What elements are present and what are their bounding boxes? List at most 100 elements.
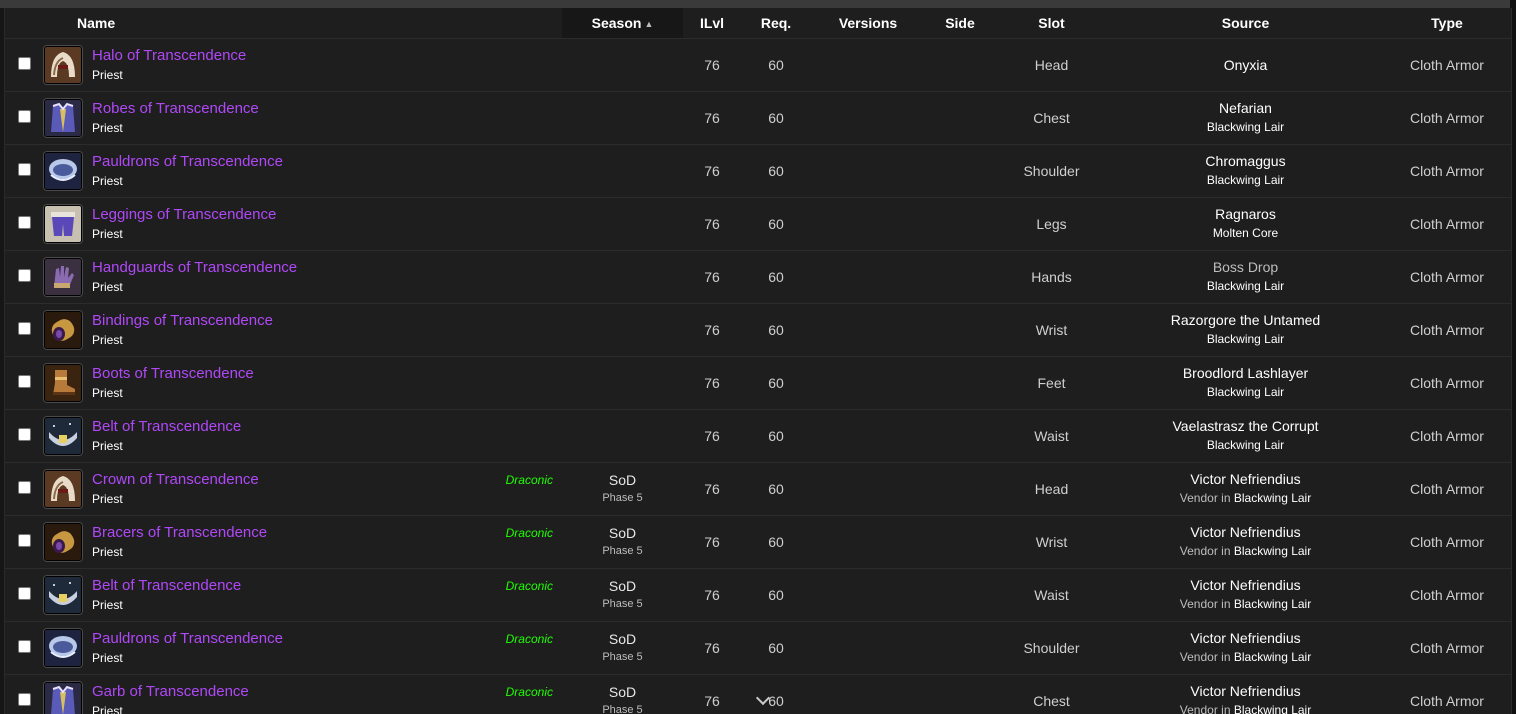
item-name-link[interactable]: Pauldrons of Transcendence [92, 629, 283, 648]
source-zone-link[interactable]: Blackwing Lair [1207, 332, 1284, 346]
item-class-label[interactable]: Priest [92, 67, 246, 84]
item-name-link[interactable]: Crown of Transcendence [92, 470, 259, 489]
bracer-icon[interactable] [44, 311, 82, 349]
shoulder-icon[interactable] [44, 629, 82, 667]
source-zone-link[interactable]: Blackwing Lair [1234, 650, 1311, 664]
source-npc-link[interactable]: Victor Nefriendius [1190, 682, 1300, 701]
source-npc-link[interactable]: Victor Nefriendius [1190, 629, 1300, 648]
row-select-checkbox[interactable] [17, 322, 31, 335]
source-npc-link[interactable]: Victor Nefriendius [1190, 576, 1300, 595]
item-class-label[interactable]: Priest [92, 332, 273, 349]
row-select-checkbox[interactable] [17, 269, 31, 282]
source-npc-link[interactable]: Boss Drop [1213, 258, 1278, 277]
source-zone-link[interactable]: Blackwing Lair [1234, 544, 1311, 558]
item-class-label[interactable]: Priest [92, 703, 249, 714]
table-row[interactable]: Handguards of Transcendence Priest 76 60… [5, 250, 1511, 304]
table-row[interactable]: Pauldrons of Transcendence Priest Dracon… [5, 621, 1511, 675]
bracer-icon[interactable] [44, 523, 82, 561]
row-select-checkbox[interactable] [17, 163, 31, 176]
table-row[interactable]: Halo of Transcendence Priest 76 60 Head … [5, 38, 1511, 92]
table-row[interactable]: Bracers of Transcendence Priest Draconic… [5, 515, 1511, 569]
table-row[interactable]: Robes of Transcendence Priest 76 60 Ches… [5, 91, 1511, 145]
source-npc-link[interactable]: Chromaggus [1205, 152, 1285, 171]
boots-icon[interactable] [44, 364, 82, 402]
row-select-checkbox[interactable] [17, 693, 31, 706]
column-header-name[interactable]: Name [39, 8, 562, 39]
row-select-checkbox[interactable] [17, 428, 31, 441]
row-select-checkbox[interactable] [17, 375, 31, 388]
table-row[interactable]: Boots of Transcendence Priest 76 60 Feet… [5, 356, 1511, 410]
item-name-link[interactable]: Bracers of Transcendence [92, 523, 267, 542]
item-class-label[interactable]: Priest [92, 597, 241, 614]
source-zone-link[interactable]: Blackwing Lair [1207, 120, 1284, 134]
source-zone-link[interactable]: Blackwing Lair [1234, 597, 1311, 611]
item-name-link[interactable]: Handguards of Transcendence [92, 258, 297, 277]
row-select-checkbox[interactable] [17, 216, 31, 229]
item-class-label[interactable]: Priest [92, 279, 297, 296]
table-row[interactable]: Crown of Transcendence Priest Draconic S… [5, 462, 1511, 516]
item-name-link[interactable]: Boots of Transcendence [92, 364, 254, 383]
column-header-source[interactable]: Source [1108, 8, 1383, 39]
source-npc-link[interactable]: Onyxia [1224, 56, 1268, 75]
table-row[interactable]: Bindings of Transcendence Priest 76 60 W… [5, 303, 1511, 357]
source-zone-link[interactable]: Blackwing Lair [1207, 173, 1284, 187]
item-class-label[interactable]: Priest [92, 544, 267, 561]
source-npc-link[interactable]: Victor Nefriendius [1190, 523, 1300, 542]
column-header-side[interactable]: Side [925, 8, 995, 39]
column-header-season[interactable]: Season ▲ [562, 8, 683, 39]
item-class-label[interactable]: Priest [92, 491, 259, 508]
shoulder-icon[interactable] [44, 152, 82, 190]
row-select-checkbox[interactable] [17, 640, 31, 653]
source-npc-link[interactable]: Vaelastrasz the Corrupt [1172, 417, 1318, 436]
column-header-type[interactable]: Type [1383, 8, 1511, 39]
table-row[interactable]: Garb of Transcendence Priest Draconic So… [5, 674, 1511, 714]
source-zone-link[interactable]: Molten Core [1213, 226, 1278, 240]
table-row[interactable]: Leggings of Transcendence Priest 76 60 L… [5, 197, 1511, 251]
row-select-checkbox[interactable] [17, 534, 31, 547]
column-header-ilvl[interactable]: ILvl [683, 8, 741, 39]
item-class-label[interactable]: Priest [92, 120, 259, 137]
source-zone-link[interactable]: Blackwing Lair [1207, 385, 1284, 399]
column-header-req[interactable]: Req. [741, 8, 811, 39]
table-row[interactable]: Belt of Transcendence Priest Draconic So… [5, 568, 1511, 622]
item-class-label[interactable]: Priest [92, 385, 254, 402]
item-name-link[interactable]: Halo of Transcendence [92, 46, 246, 65]
item-name-link[interactable]: Pauldrons of Transcendence [92, 152, 283, 171]
item-name-link[interactable]: Leggings of Transcendence [92, 205, 276, 224]
pants-icon[interactable] [44, 205, 82, 243]
belt-icon[interactable] [44, 417, 82, 455]
item-class-label[interactable]: Priest [92, 226, 276, 243]
source-zone-link[interactable]: Blackwing Lair [1234, 703, 1311, 714]
source-npc-link[interactable]: Nefarian [1219, 99, 1272, 118]
helmet-icon[interactable] [44, 470, 82, 508]
row-select-checkbox[interactable] [17, 481, 31, 494]
item-name-link[interactable]: Bindings of Transcendence [92, 311, 273, 330]
robe-icon[interactable] [44, 99, 82, 137]
robe-icon[interactable] [44, 682, 82, 714]
source-npc-link[interactable]: Broodlord Lashlayer [1183, 364, 1308, 383]
item-name-link[interactable]: Robes of Transcendence [92, 99, 259, 118]
name-cell: Belt of Transcendence Priest Draconic [39, 568, 562, 622]
row-select-checkbox[interactable] [17, 57, 31, 70]
source-zone-link[interactable]: Blackwing Lair [1234, 491, 1311, 505]
source-npc-link[interactable]: Razorgore the Untamed [1171, 311, 1320, 330]
helmet-icon[interactable] [44, 46, 82, 84]
column-header-versions[interactable]: Versions [811, 8, 925, 39]
item-name-link[interactable]: Belt of Transcendence [92, 417, 241, 436]
row-select-checkbox[interactable] [17, 587, 31, 600]
row-select-checkbox[interactable] [17, 110, 31, 123]
item-class-label[interactable]: Priest [92, 650, 283, 667]
belt-icon[interactable] [44, 576, 82, 614]
table-row[interactable]: Belt of Transcendence Priest 76 60 Waist… [5, 409, 1511, 463]
item-class-label[interactable]: Priest [92, 438, 241, 455]
table-row[interactable]: Pauldrons of Transcendence Priest 76 60 … [5, 144, 1511, 198]
source-zone-link[interactable]: Blackwing Lair [1207, 438, 1284, 452]
source-zone-link[interactable]: Blackwing Lair [1207, 279, 1284, 293]
source-npc-link[interactable]: Victor Nefriendius [1190, 470, 1300, 489]
gloves-icon[interactable] [44, 258, 82, 296]
source-npc-link[interactable]: Ragnaros [1215, 205, 1276, 224]
column-header-slot[interactable]: Slot [995, 8, 1108, 39]
item-name-link[interactable]: Garb of Transcendence [92, 682, 249, 701]
item-name-link[interactable]: Belt of Transcendence [92, 576, 241, 595]
item-class-label[interactable]: Priest [92, 173, 283, 190]
